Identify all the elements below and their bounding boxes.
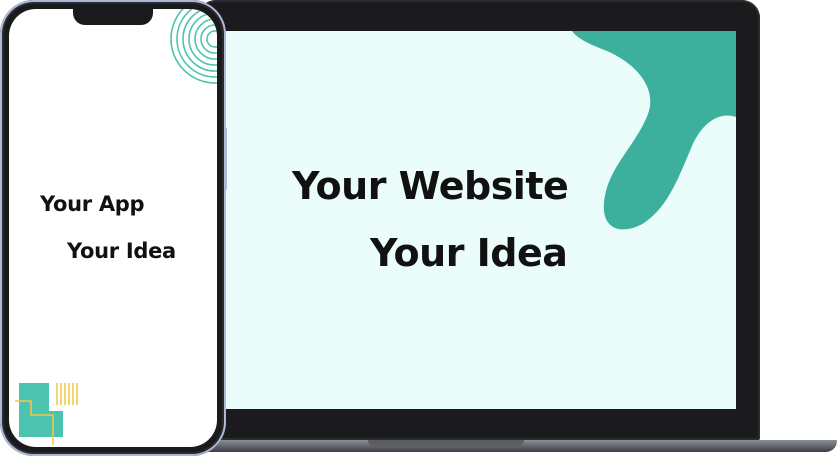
website-headline: Your Website bbox=[292, 164, 569, 208]
website-subheadline: Your Idea bbox=[370, 231, 568, 275]
phone-side-button bbox=[0, 172, 2, 212]
phone-notch bbox=[73, 9, 153, 25]
phone-side-button bbox=[0, 124, 2, 164]
phone-body: Your App Your Idea bbox=[0, 0, 227, 456]
phone-screen: Your App Your Idea bbox=[9, 9, 217, 447]
teal-blob-decoration bbox=[572, 31, 736, 230]
devices-mockup: Your Website Your Idea Your App Your Ide… bbox=[0, 0, 837, 456]
concentric-rings-decoration bbox=[170, 9, 217, 84]
phone-power-button bbox=[224, 128, 227, 190]
app-headline: Your App bbox=[40, 192, 145, 216]
phone-side-button bbox=[0, 86, 2, 108]
app-subheadline: Your Idea bbox=[67, 239, 176, 263]
laptop-hinge-notch bbox=[368, 440, 524, 446]
laptop-screen: Your Website Your Idea bbox=[224, 31, 736, 409]
square-stripes-decoration bbox=[15, 383, 78, 445]
